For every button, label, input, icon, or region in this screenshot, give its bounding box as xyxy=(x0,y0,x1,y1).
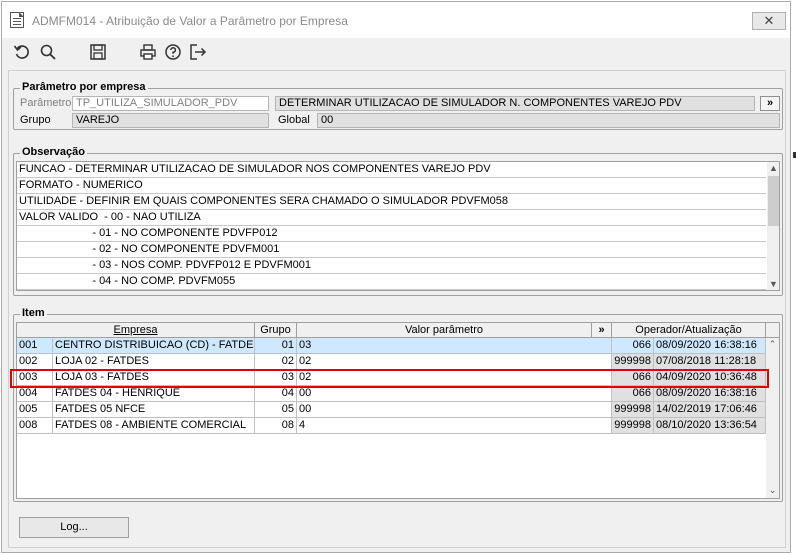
column-header-empresa[interactable]: Empresa xyxy=(17,323,255,338)
window-title: ADMFM014 - Atribuição de Valor a Parâmet… xyxy=(32,14,348,28)
save-icon[interactable] xyxy=(87,41,109,63)
grupo-label: Grupo xyxy=(20,114,51,126)
item-scrollbar[interactable]: ⌃ ⌄ xyxy=(766,338,779,498)
observacao-line: - 03 - NOS COMP. PDVFP012 E PDVFM001 xyxy=(17,258,766,274)
observacao-scrollbar[interactable]: ▲ ▼ xyxy=(767,162,779,290)
cell-cod[interactable]: 001 xyxy=(17,338,53,354)
observacao-line: - 02 - NO COMPONENTE PDVFM001 xyxy=(17,242,766,258)
observacao-line: FUNCAO - DETERMINAR UTILIZACAO DE SIMULA… xyxy=(17,162,766,178)
observacao-group-title: Observação xyxy=(20,146,87,158)
cell-empresa[interactable]: LOJA 02 - FATDES xyxy=(53,354,255,370)
cell-operador[interactable]: 066 xyxy=(612,386,654,402)
observacao-text-area[interactable]: FUNCAO - DETERMINAR UTILIZACAO DE SIMULA… xyxy=(16,161,780,291)
app-icon xyxy=(10,12,24,28)
column-expand-button[interactable]: » xyxy=(592,323,612,338)
toolbar xyxy=(2,38,790,66)
cell-valor[interactable]: 00 xyxy=(297,402,612,418)
cell-empresa[interactable]: FATDES 04 - HENRIQUE xyxy=(53,386,255,402)
table-row[interactable]: 004 FATDES 04 - HENRIQUE 04 00 066 08/09/2020… xyxy=(17,386,766,402)
cell-grupo[interactable]: 02 xyxy=(255,354,297,370)
cell-data[interactable]: 08/09/2020 16:38:16 xyxy=(654,386,766,402)
cell-empresa[interactable]: CENTRO DISTRIBUICAO (CD) - FATDES xyxy=(53,338,255,354)
cell-valor[interactable]: 02 xyxy=(297,354,612,370)
cell-data[interactable]: 14/02/2019 17:06:46 xyxy=(654,402,766,418)
table-row[interactable]: 001 CENTRO DISTRIBUICAO (CD) - FATDES 01 03… xyxy=(17,338,766,354)
parametro-group-title: Parâmetro por empresa xyxy=(20,81,148,93)
main-panel: Parâmetro por empresa Parâmetro TP_UTILI… xyxy=(8,70,786,548)
cell-operador[interactable]: 999998 xyxy=(612,402,654,418)
table-row[interactable]: 005 FATDES 05 NFCE 05 00 999998 14/02/2019 17… xyxy=(17,402,766,418)
parametro-more-button[interactable]: » xyxy=(760,96,780,111)
item-group: Item Empresa Grupo Valor parâmetro » Ope… xyxy=(13,307,783,502)
cell-valor[interactable]: 03 xyxy=(297,338,612,354)
cell-grupo[interactable]: 01 xyxy=(255,338,297,354)
title-bar: ADMFM014 - Atribuição de Valor a Parâmet… xyxy=(2,2,790,38)
print-icon[interactable] xyxy=(137,41,159,63)
scrollbar-thumb[interactable] xyxy=(768,176,779,226)
cell-grupo[interactable]: 04 xyxy=(255,386,297,402)
global-label: Global xyxy=(278,114,310,126)
observacao-line: UTILIDADE - DEFINIR EM QUAIS COMPONENTES… xyxy=(17,194,766,210)
cell-cod[interactable]: 005 xyxy=(17,402,53,418)
cell-valor[interactable]: 4 xyxy=(297,418,612,434)
cell-cod[interactable]: 002 xyxy=(17,354,53,370)
cell-valor[interactable]: 00 xyxy=(297,386,612,402)
exit-icon[interactable] xyxy=(187,41,209,63)
cell-cod[interactable]: 008 xyxy=(17,418,53,434)
column-header-valor[interactable]: Valor parâmetro xyxy=(297,323,592,338)
column-header-operador[interactable]: Operador/Atualização xyxy=(612,323,766,338)
observacao-line: - 04 - NO COMP. PDVFM055 xyxy=(17,274,766,290)
cell-operador[interactable]: 066 xyxy=(612,338,654,354)
scroll-down-icon[interactable]: ⌄ xyxy=(766,484,779,496)
parametro-field[interactable]: TP_UTILIZA_SIMULADOR_PDV xyxy=(72,96,269,111)
cell-grupo[interactable]: 05 xyxy=(255,402,297,418)
item-table[interactable]: Empresa Grupo Valor parâmetro » Operador… xyxy=(16,322,780,499)
scroll-down-icon[interactable]: ▼ xyxy=(767,278,779,290)
header-corner xyxy=(766,323,779,338)
cell-grupo[interactable]: 08 xyxy=(255,418,297,434)
cell-data[interactable]: 07/08/2018 11:28:18 xyxy=(654,354,766,370)
cell-operador[interactable]: 999998 xyxy=(612,354,654,370)
scroll-up-icon[interactable]: ⌃ xyxy=(766,338,779,350)
observacao-line: - 01 - NO COMPONENTE PDVFP012 xyxy=(17,226,766,242)
parametro-description-field: DETERMINAR UTILIZACAO DE SIMULADOR N. CO… xyxy=(275,96,755,111)
table-row[interactable]: 008 FATDES 08 - AMBIENTE COMERCIAL 08 4 9999… xyxy=(17,418,766,434)
item-group-title: Item xyxy=(20,307,47,319)
log-button[interactable]: Log... xyxy=(19,517,129,538)
cell-data[interactable]: 08/10/2020 13:36:54 xyxy=(654,418,766,434)
cell-empresa[interactable]: FATDES 08 - AMBIENTE COMERCIAL xyxy=(53,418,255,434)
help-icon[interactable] xyxy=(162,41,184,63)
parametro-label: Parâmetro xyxy=(20,97,72,109)
search-icon[interactable] xyxy=(37,41,59,63)
observacao-line: FORMATO - NUMERICO xyxy=(17,178,766,194)
scroll-up-icon[interactable]: ▲ xyxy=(767,162,779,174)
cell-operador[interactable]: 999998 xyxy=(612,418,654,434)
observacao-line: VALOR VALIDO - 00 - NAO UTILIZA xyxy=(17,210,766,226)
cell-data[interactable]: 08/09/2020 16:38:16 xyxy=(654,338,766,354)
cell-empresa[interactable]: FATDES 05 NFCE xyxy=(53,402,255,418)
column-header-grupo[interactable]: Grupo xyxy=(255,323,297,338)
close-button[interactable]: ✕ xyxy=(752,12,786,30)
grupo-field: VAREJO xyxy=(72,113,269,128)
global-field: 00 xyxy=(317,113,780,128)
highlighted-row-outline xyxy=(10,369,769,388)
parametro-group: Parâmetro por empresa Parâmetro TP_UTILI… xyxy=(13,81,783,130)
table-row[interactable]: 002 LOJA 02 - FATDES 02 02 999998 07/08/2018 … xyxy=(17,354,766,370)
undo-icon[interactable] xyxy=(11,41,33,63)
cell-cod[interactable]: 004 xyxy=(17,386,53,402)
app-window: ADMFM014 - Atribuição de Valor a Parâmet… xyxy=(1,1,791,553)
observacao-group: Observação FUNCAO - DETERMINAR UTILIZACA… xyxy=(13,146,783,296)
